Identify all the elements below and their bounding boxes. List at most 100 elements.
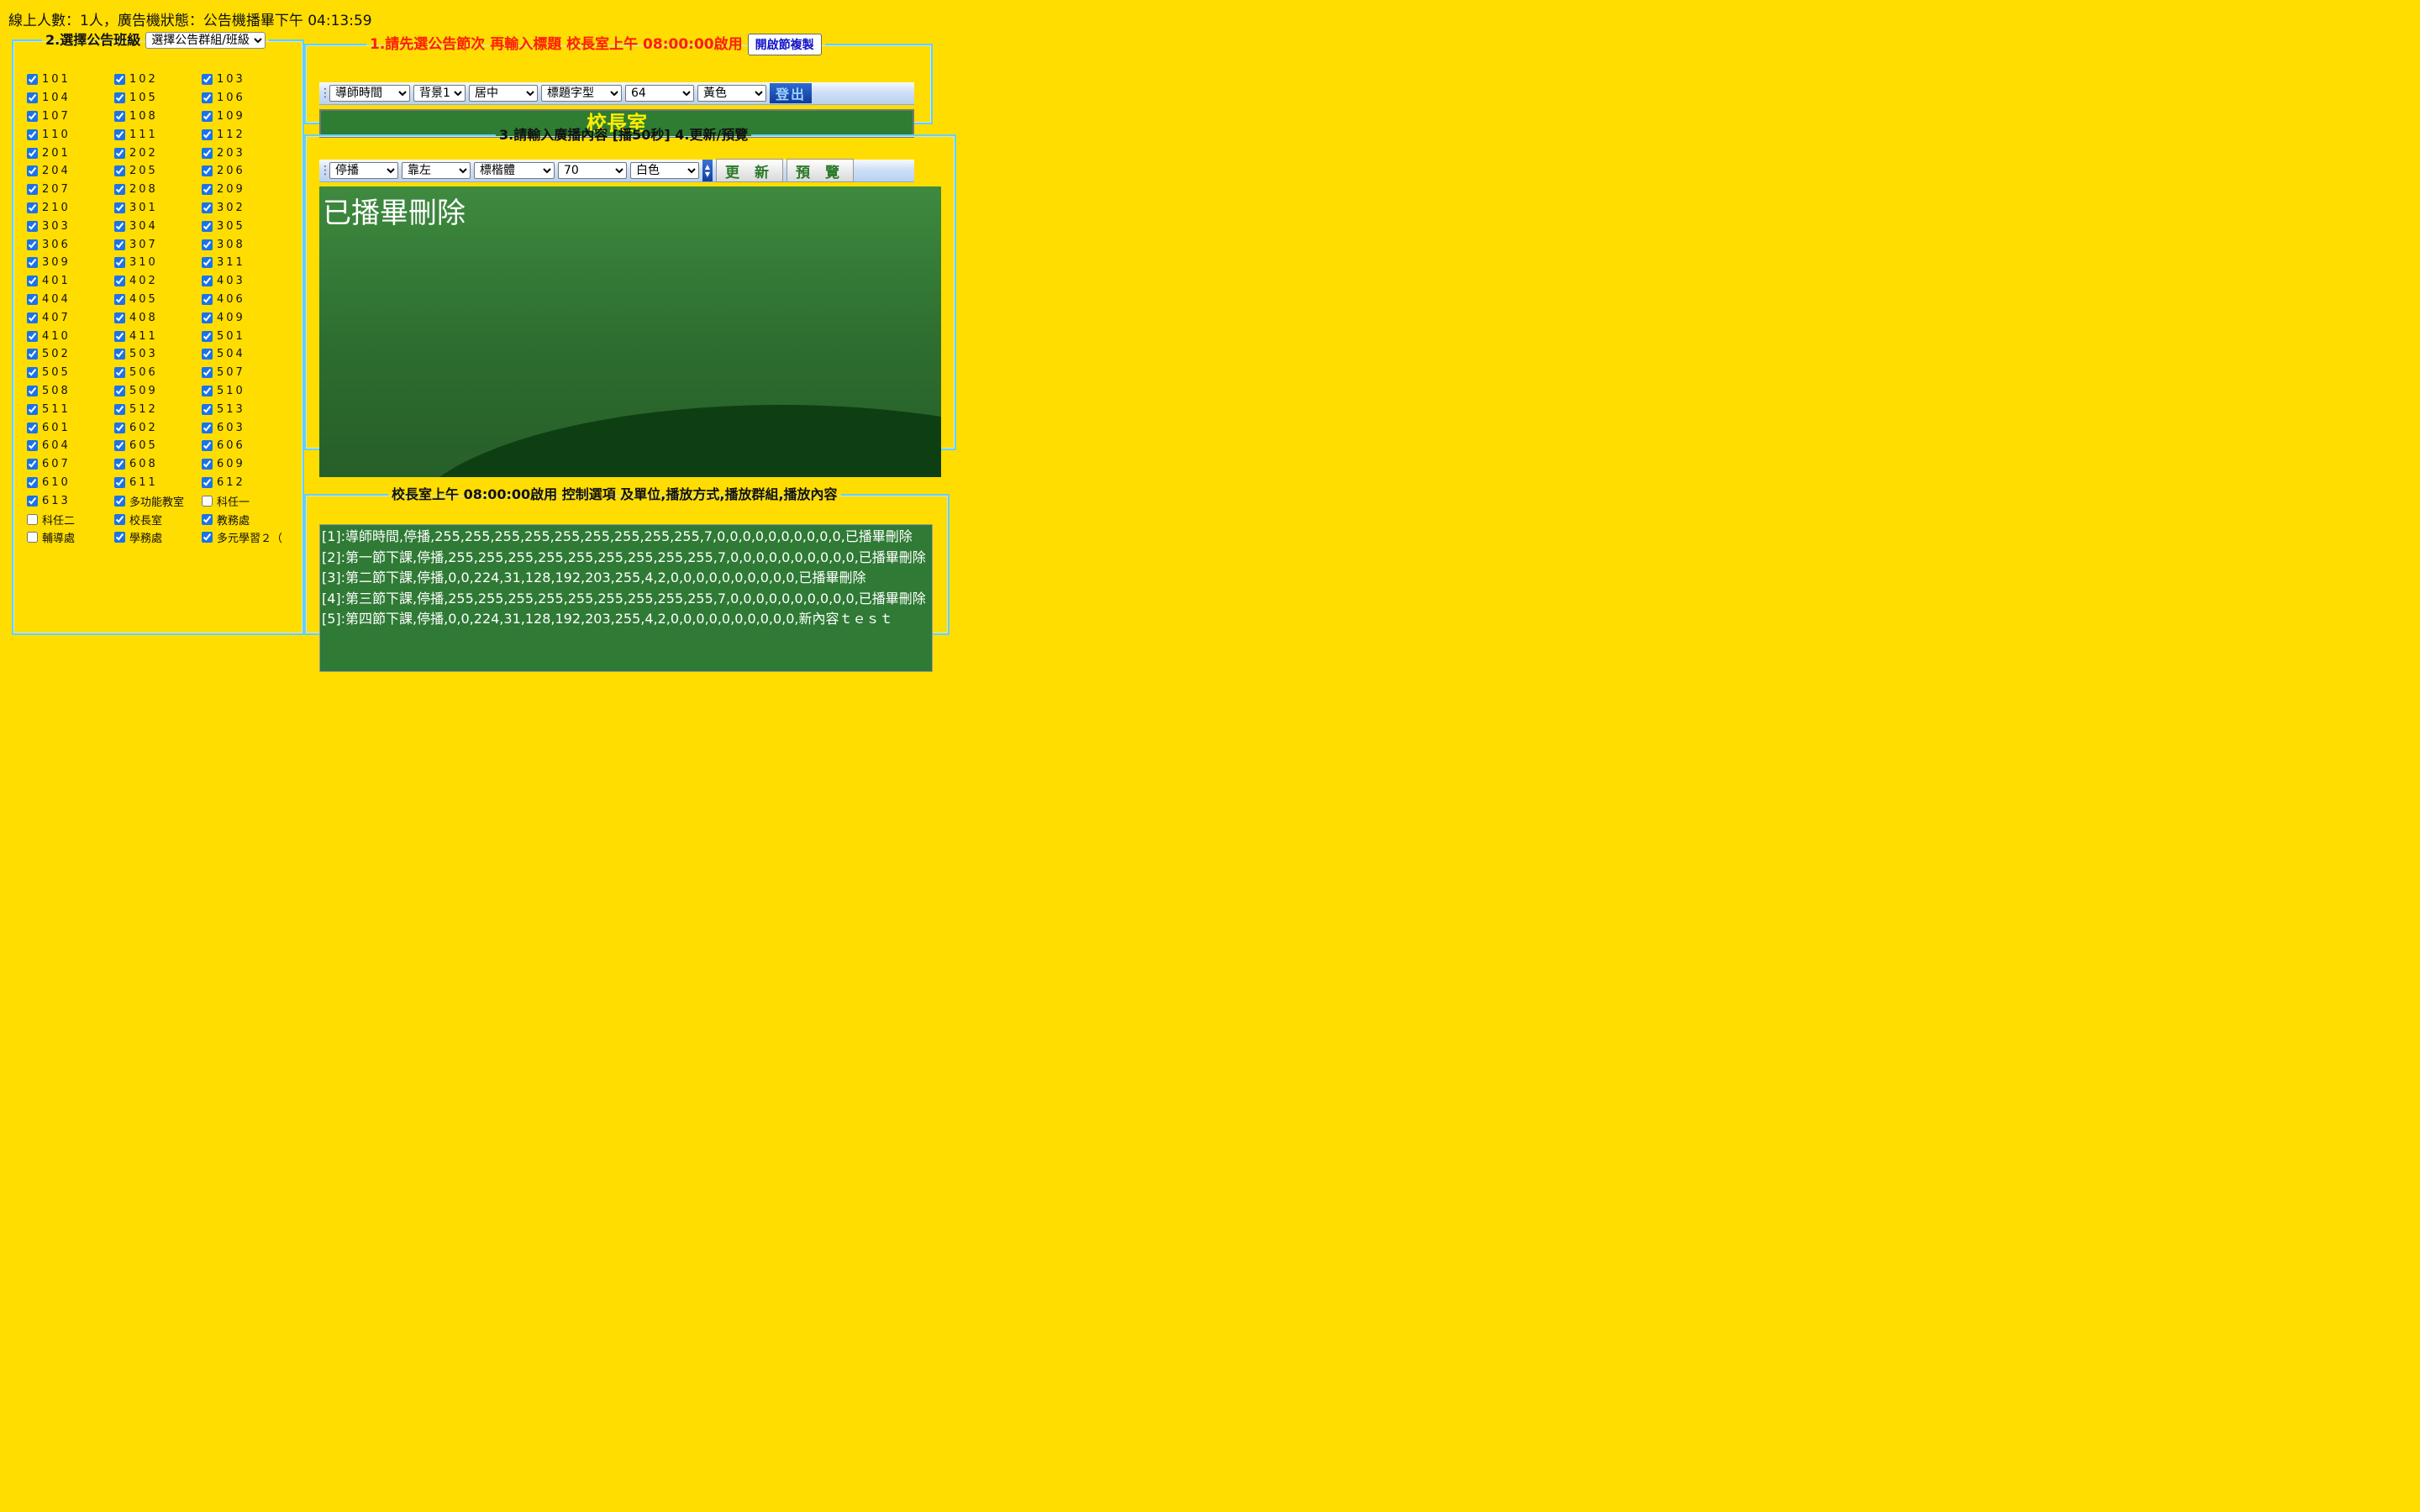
class-checkbox[interactable]: [114, 293, 125, 305]
class-checkbox[interactable]: [27, 239, 38, 250]
class-item[interactable]: 科任二: [27, 510, 114, 528]
class-checkbox[interactable]: [202, 532, 213, 543]
class-item[interactable]: 507: [202, 364, 289, 382]
class-item[interactable]: 410: [27, 327, 114, 345]
class-item[interactable]: 509: [114, 382, 202, 401]
class-checkbox[interactable]: [27, 74, 38, 86]
class-item[interactable]: 411: [114, 327, 202, 345]
class-item[interactable]: 601: [27, 418, 114, 437]
class-item[interactable]: 多元學習２（: [202, 528, 289, 547]
group-class-select[interactable]: 選擇公告群組/班級: [145, 32, 266, 49]
class-item[interactable]: 408: [114, 308, 202, 327]
class-item[interactable]: 108: [114, 108, 202, 126]
class-item[interactable]: 409: [202, 308, 289, 327]
class-item[interactable]: 510: [202, 382, 289, 401]
class-checkbox[interactable]: [114, 403, 125, 415]
class-item[interactable]: 202: [114, 144, 202, 162]
class-checkbox[interactable]: [114, 513, 125, 525]
class-item[interactable]: 209: [202, 181, 289, 199]
class-checkbox[interactable]: [114, 276, 125, 287]
class-checkbox[interactable]: [114, 367, 125, 379]
class-item[interactable]: 401: [27, 272, 114, 291]
class-item[interactable]: 206: [202, 162, 289, 181]
class-item[interactable]: 304: [114, 217, 202, 235]
class-item[interactable]: 508: [27, 382, 114, 401]
content-align-select[interactable]: 靠左: [402, 162, 471, 179]
class-item[interactable]: 106: [202, 89, 289, 108]
class-checkbox[interactable]: [114, 239, 125, 250]
class-checkbox[interactable]: [27, 276, 38, 287]
class-checkbox[interactable]: [27, 459, 38, 470]
class-item[interactable]: 203: [202, 144, 289, 162]
class-item[interactable]: 511: [27, 400, 114, 418]
class-checkbox[interactable]: [114, 312, 125, 323]
class-item[interactable]: 610: [27, 474, 114, 492]
class-checkbox[interactable]: [114, 459, 125, 470]
class-item[interactable]: 307: [114, 235, 202, 254]
class-checkbox[interactable]: [202, 147, 213, 159]
class-item[interactable]: 512: [114, 400, 202, 418]
class-checkbox[interactable]: [114, 202, 125, 213]
period-select[interactable]: 導師時間: [329, 85, 410, 102]
class-item[interactable]: 學務處: [114, 528, 202, 547]
class-checkbox[interactable]: [27, 385, 38, 396]
class-item[interactable]: 607: [27, 455, 114, 474]
class-checkbox[interactable]: [114, 147, 125, 159]
class-item[interactable]: 306: [27, 235, 114, 254]
class-item[interactable]: 109: [202, 108, 289, 126]
class-checkbox[interactable]: [202, 257, 213, 269]
class-checkbox[interactable]: [114, 92, 125, 104]
class-item[interactable]: 402: [114, 272, 202, 291]
class-item[interactable]: 502: [27, 345, 114, 364]
class-item[interactable]: 513: [202, 400, 289, 418]
class-item[interactable]: 608: [114, 455, 202, 474]
class-checkbox[interactable]: [27, 110, 38, 122]
class-checkbox[interactable]: [202, 239, 213, 250]
class-item[interactable]: 310: [114, 254, 202, 272]
play-mode-select[interactable]: 停播: [329, 162, 398, 179]
class-checkbox[interactable]: [27, 220, 38, 232]
class-checkbox[interactable]: [27, 367, 38, 379]
class-item[interactable]: 107: [27, 108, 114, 126]
class-item[interactable]: 611: [114, 474, 202, 492]
class-item[interactable]: 405: [114, 291, 202, 309]
class-checkbox[interactable]: [27, 495, 38, 507]
class-checkbox[interactable]: [114, 184, 125, 196]
class-item[interactable]: 111: [114, 125, 202, 144]
class-item[interactable]: 613: [27, 491, 114, 510]
class-checkbox[interactable]: [27, 330, 38, 342]
class-item[interactable]: 多功能教室: [114, 491, 202, 510]
class-item[interactable]: 101: [27, 71, 114, 89]
title-align-select[interactable]: 居中: [469, 85, 538, 102]
class-checkbox[interactable]: [202, 184, 213, 196]
class-checkbox[interactable]: [202, 293, 213, 305]
content-textarea[interactable]: 已播畢刪除: [319, 186, 941, 477]
class-checkbox[interactable]: [202, 92, 213, 104]
class-item[interactable]: 605: [114, 437, 202, 455]
class-checkbox[interactable]: [27, 257, 38, 269]
grip-handle-icon[interactable]: ⋮: [319, 87, 331, 100]
class-checkbox[interactable]: [202, 495, 213, 507]
class-checkbox[interactable]: [27, 184, 38, 196]
class-item[interactable]: 科任一: [202, 491, 289, 510]
class-checkbox[interactable]: [202, 349, 213, 360]
class-checkbox[interactable]: [27, 165, 38, 177]
class-checkbox[interactable]: [27, 476, 38, 488]
class-item[interactable]: 403: [202, 272, 289, 291]
class-checkbox[interactable]: [202, 220, 213, 232]
class-checkbox[interactable]: [27, 422, 38, 433]
class-checkbox[interactable]: [27, 202, 38, 213]
class-checkbox[interactable]: [114, 110, 125, 122]
class-item[interactable]: 506: [114, 364, 202, 382]
class-checkbox[interactable]: [27, 513, 38, 525]
class-checkbox[interactable]: [202, 202, 213, 213]
class-item[interactable]: 103: [202, 71, 289, 89]
class-checkbox[interactable]: [27, 293, 38, 305]
class-checkbox[interactable]: [114, 495, 125, 507]
class-checkbox[interactable]: [202, 440, 213, 452]
class-checkbox[interactable]: [114, 165, 125, 177]
class-checkbox[interactable]: [114, 129, 125, 140]
class-item[interactable]: 301: [114, 199, 202, 218]
class-item[interactable]: 604: [27, 437, 114, 455]
class-item[interactable]: 505: [27, 364, 114, 382]
